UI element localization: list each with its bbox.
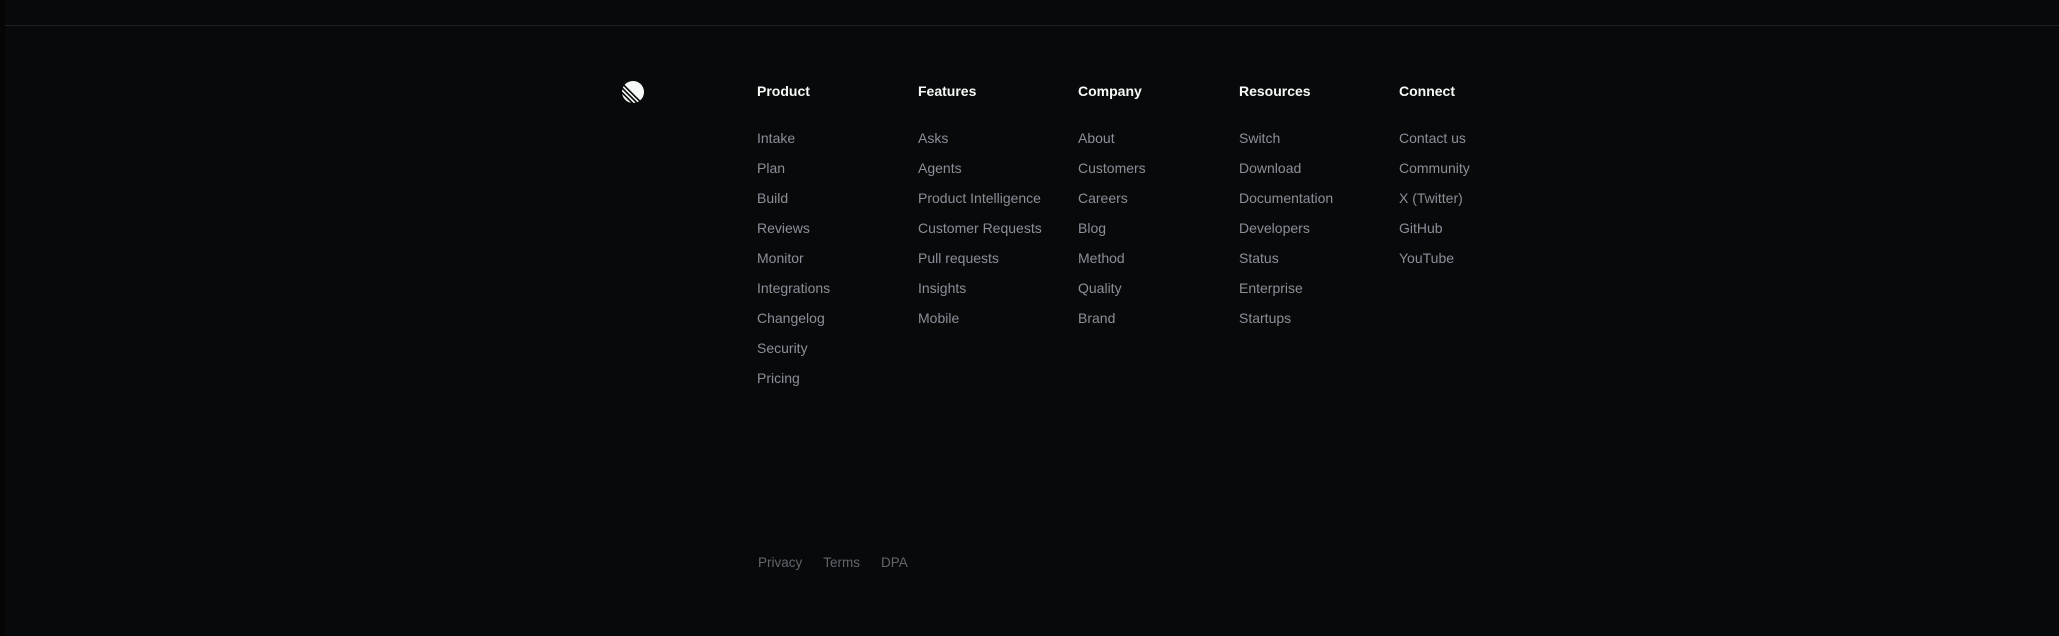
footer-link-insights[interactable]: Insights: [918, 280, 966, 296]
linear-logo-icon[interactable]: [622, 81, 644, 103]
footer-link-asks[interactable]: Asks: [918, 130, 948, 146]
footer-link-download[interactable]: Download: [1239, 160, 1301, 176]
list-item: Build: [757, 190, 912, 220]
footer-link-enterprise[interactable]: Enterprise: [1239, 280, 1303, 296]
link-list: Intake Plan Build Reviews Monitor Integr…: [757, 130, 912, 400]
list-item: Startups: [1239, 310, 1394, 340]
page-footer: Product Intake Plan Build Reviews Monito…: [5, 0, 2059, 636]
footer-link-reviews[interactable]: Reviews: [757, 220, 810, 236]
footer-link-customers[interactable]: Customers: [1078, 160, 1146, 176]
footer-link-contact-us[interactable]: Contact us: [1399, 130, 1466, 146]
footer-link-integrations[interactable]: Integrations: [757, 280, 830, 296]
column-title: Company: [1078, 83, 1142, 99]
list-item: Status: [1239, 250, 1394, 280]
list-item: Download: [1239, 160, 1394, 190]
footer-link-agents[interactable]: Agents: [918, 160, 962, 176]
footer-column-company: Company About Customers Careers Blog Met…: [1078, 83, 1233, 340]
list-item: Documentation: [1239, 190, 1394, 220]
list-item: Mobile: [918, 310, 1073, 340]
footer-link-about[interactable]: About: [1078, 130, 1115, 146]
list-item: Pricing: [757, 370, 912, 400]
list-item: X (Twitter): [1399, 190, 1554, 220]
footer-column-product: Product Intake Plan Build Reviews Monito…: [757, 83, 912, 400]
list-item: Brand: [1078, 310, 1233, 340]
list-item: Careers: [1078, 190, 1233, 220]
footer-link-x-twitter[interactable]: X (Twitter): [1399, 190, 1463, 206]
column-title: Connect: [1399, 83, 1455, 99]
column-title: Product: [757, 83, 810, 99]
footer-link-documentation[interactable]: Documentation: [1239, 190, 1333, 206]
list-item: Contact us: [1399, 130, 1554, 160]
footer-link-github[interactable]: GitHub: [1399, 220, 1443, 236]
footer-link-product-intelligence[interactable]: Product Intelligence: [918, 190, 1041, 206]
list-item: Developers: [1239, 220, 1394, 250]
legal-link-dpa[interactable]: DPA: [881, 554, 908, 571]
footer-link-plan[interactable]: Plan: [757, 160, 785, 176]
list-item: Intake: [757, 130, 912, 160]
footer-link-customer-requests[interactable]: Customer Requests: [918, 220, 1042, 236]
list-item: Switch: [1239, 130, 1394, 160]
link-list: Switch Download Documentation Developers…: [1239, 130, 1394, 340]
list-item: Customer Requests: [918, 220, 1073, 250]
footer-column-connect: Connect Contact us Community X (Twitter)…: [1399, 83, 1554, 280]
list-item: Plan: [757, 160, 912, 190]
footer-link-switch[interactable]: Switch: [1239, 130, 1280, 146]
footer-link-status[interactable]: Status: [1239, 250, 1279, 266]
footer-link-brand[interactable]: Brand: [1078, 310, 1115, 326]
footer-link-youtube[interactable]: YouTube: [1399, 250, 1454, 266]
list-item: Product Intelligence: [918, 190, 1073, 220]
footer-link-method[interactable]: Method: [1078, 250, 1125, 266]
list-item: About: [1078, 130, 1233, 160]
list-item: Quality: [1078, 280, 1233, 310]
list-item: Blog: [1078, 220, 1233, 250]
legal-link-privacy[interactable]: Privacy: [758, 554, 802, 571]
footer-link-community[interactable]: Community: [1399, 160, 1470, 176]
link-list: Asks Agents Product Intelligence Custome…: [918, 130, 1073, 340]
list-item: Integrations: [757, 280, 912, 310]
list-item: Reviews: [757, 220, 912, 250]
column-title: Features: [918, 83, 977, 99]
link-list: About Customers Careers Blog Method Qual…: [1078, 130, 1233, 340]
footer-column-features: Features Asks Agents Product Intelligenc…: [918, 83, 1073, 340]
footer-link-build[interactable]: Build: [757, 190, 788, 206]
footer-link-careers[interactable]: Careers: [1078, 190, 1128, 206]
footer-link-intake[interactable]: Intake: [757, 130, 795, 146]
footer-link-mobile[interactable]: Mobile: [918, 310, 959, 326]
link-list: Contact us Community X (Twitter) GitHub …: [1399, 130, 1554, 280]
list-item: GitHub: [1399, 220, 1554, 250]
list-item: Changelog: [757, 310, 912, 340]
list-item: Monitor: [757, 250, 912, 280]
top-divider: [5, 25, 2059, 26]
list-item: Insights: [918, 280, 1073, 310]
list-item: Agents: [918, 160, 1073, 190]
column-title: Resources: [1239, 83, 1311, 99]
list-item: Security: [757, 340, 912, 370]
list-item: Customers: [1078, 160, 1233, 190]
footer-link-monitor[interactable]: Monitor: [757, 250, 804, 266]
legal-links: Privacy Terms DPA: [758, 554, 908, 571]
list-item: Pull requests: [918, 250, 1073, 280]
footer-column-resources: Resources Switch Download Documentation …: [1239, 83, 1394, 340]
footer-link-developers[interactable]: Developers: [1239, 220, 1310, 236]
list-item: Asks: [918, 130, 1073, 160]
footer-link-changelog[interactable]: Changelog: [757, 310, 825, 326]
footer-link-blog[interactable]: Blog: [1078, 220, 1106, 236]
list-item: YouTube: [1399, 250, 1554, 280]
list-item: Community: [1399, 160, 1554, 190]
footer-link-pricing[interactable]: Pricing: [757, 370, 800, 386]
legal-link-terms[interactable]: Terms: [823, 554, 860, 571]
list-item: Method: [1078, 250, 1233, 280]
list-item: Enterprise: [1239, 280, 1394, 310]
footer-link-startups[interactable]: Startups: [1239, 310, 1291, 326]
footer-link-pull-requests[interactable]: Pull requests: [918, 250, 999, 266]
footer-link-quality[interactable]: Quality: [1078, 280, 1122, 296]
footer-link-security[interactable]: Security: [757, 340, 808, 356]
